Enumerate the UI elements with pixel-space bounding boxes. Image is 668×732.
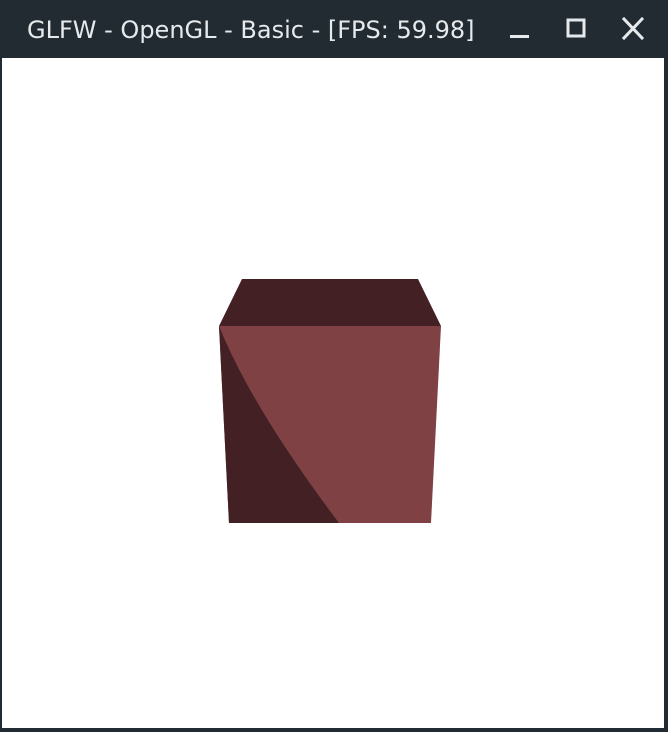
minimize-icon bbox=[510, 35, 529, 38]
close-button[interactable] bbox=[604, 0, 660, 58]
maximize-button[interactable] bbox=[548, 0, 604, 58]
opengl-viewport[interactable] bbox=[2, 58, 664, 728]
application-window: GLFW - OpenGL - Basic - [FPS: 59.98] bbox=[0, 0, 668, 732]
rendered-scene bbox=[219, 279, 441, 523]
maximize-icon bbox=[566, 18, 586, 38]
minimize-button[interactable] bbox=[492, 0, 548, 58]
window-title: GLFW - OpenGL - Basic - [FPS: 59.98] bbox=[27, 16, 475, 44]
cube-top-face bbox=[219, 279, 441, 326]
title-bar[interactable]: GLFW - OpenGL - Basic - [FPS: 59.98] bbox=[0, 0, 668, 58]
close-icon bbox=[621, 16, 645, 41]
